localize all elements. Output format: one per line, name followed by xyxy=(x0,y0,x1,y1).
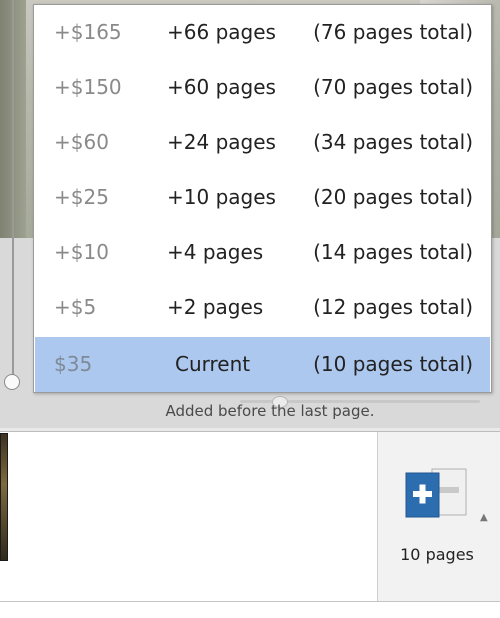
vertical-slider-handle[interactable] xyxy=(4,374,20,390)
option-total-pages: (14 pages total) xyxy=(313,240,473,264)
page-option-row[interactable]: +$60 +24 pages (34 pages total) xyxy=(35,115,490,170)
page-option-row[interactable]: +$150 +60 pages (70 pages total) xyxy=(35,60,490,115)
page-option-row-current[interactable]: $35 Current (10 pages total) xyxy=(35,337,490,392)
option-total-pages: (70 pages total) xyxy=(313,75,473,99)
option-added-pages: Current xyxy=(175,352,251,376)
page-insert-hint: Added before the last page. xyxy=(165,402,375,420)
option-price: +$25 xyxy=(54,185,109,209)
option-price: +$5 xyxy=(54,295,97,319)
option-added-pages: +4 pages xyxy=(167,240,264,264)
vertical-slider-track xyxy=(12,0,14,380)
page-option-row[interactable]: +$165 +66 pages (76 pages total) xyxy=(35,5,490,60)
page-count-label: 10 pages xyxy=(400,545,474,564)
page-option-row[interactable]: +$25 +10 pages (20 pages total) xyxy=(35,170,490,225)
option-total-pages: (12 pages total) xyxy=(313,295,473,319)
caret-up-icon: ▲ xyxy=(480,512,488,523)
option-price: +$60 xyxy=(54,130,109,154)
option-total-pages: (76 pages total) xyxy=(313,20,473,44)
option-added-pages: +10 pages xyxy=(167,185,276,209)
option-price: +$10 xyxy=(54,240,109,264)
option-total-pages: (34 pages total) xyxy=(313,130,473,154)
option-added-pages: +2 pages xyxy=(167,295,264,319)
option-added-pages: +24 pages xyxy=(167,130,276,154)
page-count-button[interactable]: ▲ 10 pages xyxy=(377,432,500,601)
option-total-pages: (20 pages total) xyxy=(313,185,473,209)
option-added-pages: +60 pages xyxy=(167,75,276,99)
option-total-pages: (10 pages total) xyxy=(313,352,473,376)
option-price: $35 xyxy=(54,352,93,376)
page-count-menu: +$165 +66 pages (76 pages total) +$150 +… xyxy=(33,4,492,393)
page-option-row[interactable]: +$5 +2 pages (12 pages total) xyxy=(35,280,490,335)
page-thumbnail[interactable] xyxy=(0,433,8,561)
add-remove-pages-icon xyxy=(405,468,467,518)
option-price: +$150 xyxy=(54,75,122,99)
bottom-divider xyxy=(0,601,500,602)
page-option-row[interactable]: +$10 +4 pages (14 pages total) xyxy=(35,225,490,280)
option-price: +$165 xyxy=(54,20,122,44)
option-added-pages: +66 pages xyxy=(167,20,276,44)
